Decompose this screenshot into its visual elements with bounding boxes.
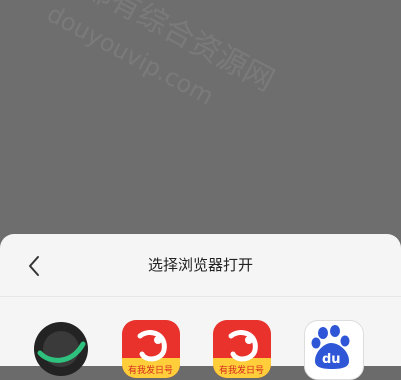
uc-browser-icon: 有我发日号 bbox=[213, 320, 271, 378]
app-uc-browser-2[interactable]: 有我发日号 bbox=[213, 320, 271, 378]
browser-app-list: 有我发日号 有我发日号 du bbox=[0, 320, 401, 380]
uc-browser-icon: 有我发日号 bbox=[122, 320, 180, 378]
browser-chooser-sheet: 选择浏览器打开 有我发日号 有我发日号 du bbox=[0, 234, 401, 380]
baidu-label: du bbox=[322, 352, 341, 367]
app-baidu[interactable]: du bbox=[304, 320, 364, 380]
app-uc-browser-1[interactable]: 有我发日号 bbox=[122, 320, 180, 378]
baidu-paw-icon: du bbox=[311, 325, 350, 369]
app-dark-browser[interactable] bbox=[32, 320, 90, 378]
sheet-header: 选择浏览器打开 bbox=[0, 234, 401, 297]
sheet-title: 选择浏览器打开 bbox=[147, 256, 253, 274]
dark-circle-browser-icon bbox=[34, 322, 88, 376]
